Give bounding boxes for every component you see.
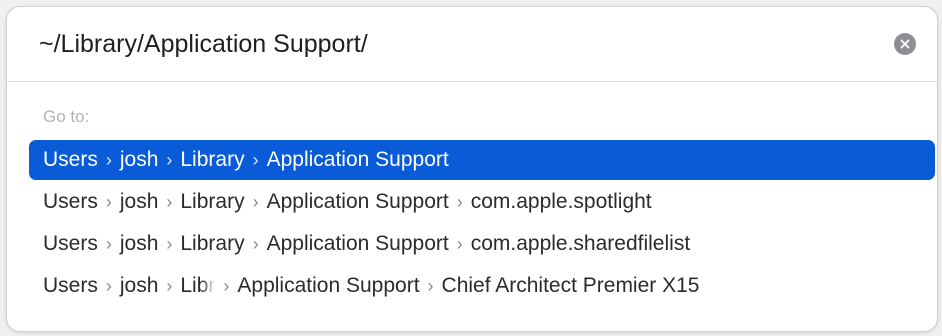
path-separator: › bbox=[427, 275, 434, 296]
result-row[interactable]: Users › josh › Libr › Application Support › Chie… bbox=[29, 266, 935, 306]
clear-icon[interactable] bbox=[894, 33, 916, 55]
path-separator: › bbox=[166, 149, 173, 170]
result-row-selected[interactable]: Users › josh › Library › Application Support bbox=[29, 140, 935, 180]
path-segment: Library bbox=[180, 232, 245, 255]
path-segment: Chief Architect Premier X15 bbox=[441, 274, 700, 297]
path-segment: Application Support bbox=[266, 190, 449, 213]
path-separator: › bbox=[105, 191, 112, 212]
path-separator: › bbox=[166, 275, 173, 296]
path-segment: Users bbox=[43, 148, 98, 171]
path-separator: › bbox=[166, 233, 173, 254]
path-separator: › bbox=[456, 233, 463, 254]
path-input[interactable] bbox=[39, 25, 859, 63]
path-separator: › bbox=[252, 233, 259, 254]
path-separator: › bbox=[252, 191, 259, 212]
path-bar bbox=[7, 7, 937, 82]
x-mark-icon bbox=[900, 39, 910, 49]
path-segment: josh bbox=[119, 274, 159, 297]
go-to-folder-dialog: Go to: Users › josh › Library › Application Su… bbox=[6, 6, 938, 332]
path-segment: Library bbox=[180, 190, 245, 213]
path-separator: › bbox=[223, 275, 230, 296]
path-separator: › bbox=[105, 233, 112, 254]
path-segment: Application Support bbox=[266, 232, 449, 255]
go-to-label: Go to: bbox=[43, 107, 90, 126]
path-segment: com.apple.spotlight bbox=[470, 190, 652, 213]
result-row[interactable]: Users › josh › Library › Application Support › c… bbox=[29, 224, 935, 264]
path-separator: › bbox=[252, 149, 259, 170]
results-list: Users › josh › Library › Application Support Us… bbox=[29, 140, 935, 308]
result-row[interactable]: Users › josh › Library › Application Support › c… bbox=[29, 182, 935, 222]
path-separator: › bbox=[105, 149, 112, 170]
path-segment: josh bbox=[119, 232, 159, 255]
path-separator: › bbox=[456, 191, 463, 212]
path-separator: › bbox=[166, 191, 173, 212]
path-segment: Libr bbox=[180, 274, 216, 297]
path-segment: josh bbox=[119, 148, 159, 171]
path-segment: josh bbox=[119, 190, 159, 213]
path-segment: Library bbox=[180, 148, 245, 171]
path-segment: Application Support bbox=[237, 274, 420, 297]
path-segment: com.apple.sharedfilelist bbox=[470, 232, 691, 255]
path-segment: Application Support bbox=[266, 148, 449, 171]
path-segment: Users bbox=[43, 274, 98, 297]
path-segment: Users bbox=[43, 232, 98, 255]
path-separator: › bbox=[105, 275, 112, 296]
path-segment: Users bbox=[43, 190, 98, 213]
